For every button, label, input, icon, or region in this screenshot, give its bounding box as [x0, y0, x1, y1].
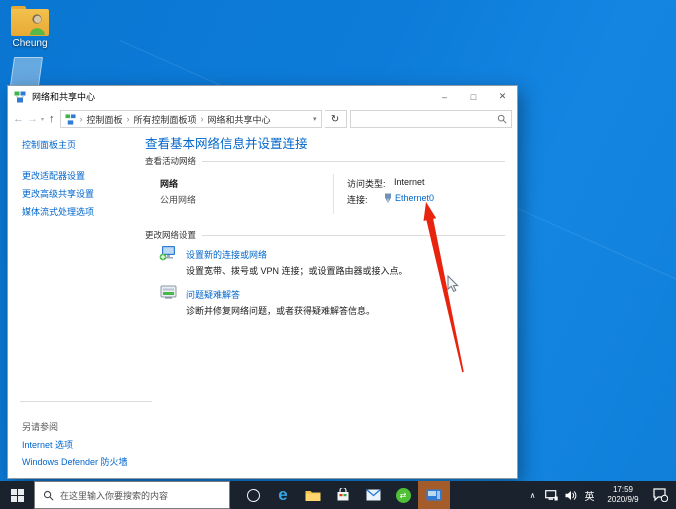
- search-icon: [43, 490, 54, 500]
- minimize-button[interactable]: –: [430, 86, 459, 107]
- section-change-settings: 更改网络设置: [145, 229, 505, 241]
- access-type-value: Internet: [394, 177, 425, 187]
- tray-time: 17:59: [612, 485, 634, 494]
- window-title: 网络和共享中心: [32, 92, 96, 102]
- desktop-icon-label: Cheung: [12, 38, 48, 49]
- network-profile: 公用网络: [160, 195, 197, 205]
- section-active-label: 查看活动网络: [145, 156, 197, 166]
- taskbar-search[interactable]: 在这里输入你要搜索的内容: [34, 481, 230, 509]
- edge-button[interactable]: e: [268, 481, 298, 509]
- title-bar[interactable]: 网络和共享中心 – □ ✕: [8, 86, 517, 107]
- cortana-icon: [246, 488, 260, 502]
- store-icon: [337, 488, 349, 501]
- breadcrumb-network-center[interactable]: 网络和共享中心: [208, 113, 271, 126]
- file-explorer-button[interactable]: [298, 481, 328, 509]
- setup-connection-icon: [159, 246, 175, 261]
- column-divider: [333, 174, 334, 214]
- forward-icon[interactable]: →: [27, 113, 38, 125]
- network-sharing-center-window: 网络和共享中心 – □ ✕ ← → ▾ ↑ › 控制面板 › 所有控制面板项 ›…: [7, 85, 518, 479]
- ethernet-icon: [385, 193, 391, 203]
- refresh-button[interactable]: ↻: [324, 110, 347, 128]
- breadcrumb-dropdown-icon[interactable]: ▾: [313, 115, 317, 123]
- tray-chevron-icon[interactable]: ∧: [524, 491, 541, 500]
- tray-clock[interactable]: 17:59 2020/9/9: [600, 485, 646, 505]
- connection-label: 连接:: [347, 195, 368, 205]
- network-name: 网络: [160, 179, 179, 189]
- section-active-networks: 查看活动网络: [145, 155, 505, 167]
- action-center-button[interactable]: [648, 488, 672, 502]
- addressbar-search-input[interactable]: [354, 113, 497, 125]
- desktop: Cheung 网络和共享中心 – □ ✕ ← → ▾ ↑ › 控制面板 › 所有…: [0, 0, 676, 509]
- up-icon[interactable]: ↑: [49, 113, 55, 125]
- troubleshoot-link[interactable]: 问题疑难解答: [186, 288, 240, 301]
- setup-connection-desc: 设置宽带、拨号或 VPN 连接；或设置路由器或接入点。: [186, 266, 408, 276]
- green-app-button[interactable]: ⇄: [388, 481, 418, 509]
- breadcrumb-location-icon: [64, 113, 76, 125]
- taskbar-search-placeholder: 在这里输入你要搜索的内容: [60, 490, 169, 501]
- person-glyph: [30, 14, 45, 35]
- sidebar-item-media-streaming[interactable]: 媒体流式处理选项: [22, 205, 94, 218]
- user-folder-icon: [11, 6, 49, 36]
- sidebar-item-control-panel-home[interactable]: 控制面板主页: [22, 138, 76, 151]
- addressbar-search[interactable]: [349, 110, 512, 128]
- green-sync-icon: ⇄: [395, 487, 411, 503]
- section-change-label: 更改网络设置: [145, 230, 197, 240]
- taskbar: 在这里输入你要搜索的内容 e ⇄ ∧ 英 17:59 2020/9/9: [0, 481, 676, 509]
- ime-indicator[interactable]: 英: [581, 488, 598, 503]
- section-rule: [202, 160, 505, 162]
- network-tray-icon[interactable]: [543, 489, 560, 501]
- network-center-icon: [14, 91, 26, 102]
- breadcrumb-all-items[interactable]: 所有控制面板项: [134, 113, 197, 126]
- ethernet0-link[interactable]: Ethernet0: [395, 193, 434, 203]
- address-bar: ← → ▾ ↑ › 控制面板 › 所有控制面板项 › 网络和共享中心 ▾ ↻: [8, 107, 517, 131]
- breadcrumb[interactable]: › 控制面板 › 所有控制面板项 › 网络和共享中心 ▾: [59, 110, 322, 128]
- desktop-icon-cheung[interactable]: Cheung: [2, 6, 58, 49]
- close-button[interactable]: ✕: [488, 86, 517, 107]
- maximize-button[interactable]: □: [459, 86, 488, 107]
- see-also-header: 另请参阅: [22, 422, 59, 432]
- section-rule: [202, 234, 505, 236]
- action-center-icon: [652, 488, 668, 502]
- edge-icon: e: [278, 485, 288, 504]
- crumb-sep-icon: ›: [126, 114, 130, 124]
- nav-history-dropdown-icon[interactable]: ▾: [41, 116, 44, 123]
- mail-icon: [365, 489, 381, 501]
- search-icon: [497, 114, 507, 124]
- start-button[interactable]: [0, 481, 34, 509]
- crumb-sep-icon: ›: [200, 114, 204, 124]
- system-tray: ∧ 英 17:59 2020/9/9: [524, 481, 676, 509]
- cortana-button[interactable]: [238, 481, 268, 509]
- file-explorer-icon: [305, 490, 321, 501]
- page-title: 查看基本网络信息并设置连接: [145, 137, 308, 151]
- active-app-network-center[interactable]: [418, 481, 450, 509]
- troubleshoot-icon: [160, 285, 177, 299]
- store-button[interactable]: [328, 481, 358, 509]
- sidebar-item-defender-firewall[interactable]: Windows Defender 防火墙: [22, 455, 128, 468]
- volume-icon[interactable]: [562, 490, 579, 501]
- troubleshoot-desc: 诊断并修复网络问题，或者获得疑难解答信息。: [186, 306, 376, 316]
- active-app-icon: [426, 489, 442, 501]
- sidebar-item-internet-options[interactable]: Internet 选项: [22, 438, 73, 451]
- windows-logo-icon: [10, 488, 24, 502]
- sidebar-divider: [20, 401, 152, 402]
- crumb-sep-icon: ›: [79, 114, 83, 124]
- tray-date: 2020/9/9: [607, 495, 639, 504]
- sidebar-item-advanced-sharing[interactable]: 更改高级共享设置: [22, 187, 94, 200]
- setup-connection-link[interactable]: 设置新的连接或网络: [186, 248, 267, 261]
- sidebar-item-change-adapter-settings[interactable]: 更改适配器设置: [22, 169, 85, 182]
- access-type-label: 访问类型:: [347, 179, 386, 189]
- ghost-window-artifact: [9, 57, 44, 86]
- breadcrumb-control-panel[interactable]: 控制面板: [87, 113, 123, 126]
- back-icon[interactable]: ←: [13, 113, 24, 125]
- mail-button[interactable]: [358, 481, 388, 509]
